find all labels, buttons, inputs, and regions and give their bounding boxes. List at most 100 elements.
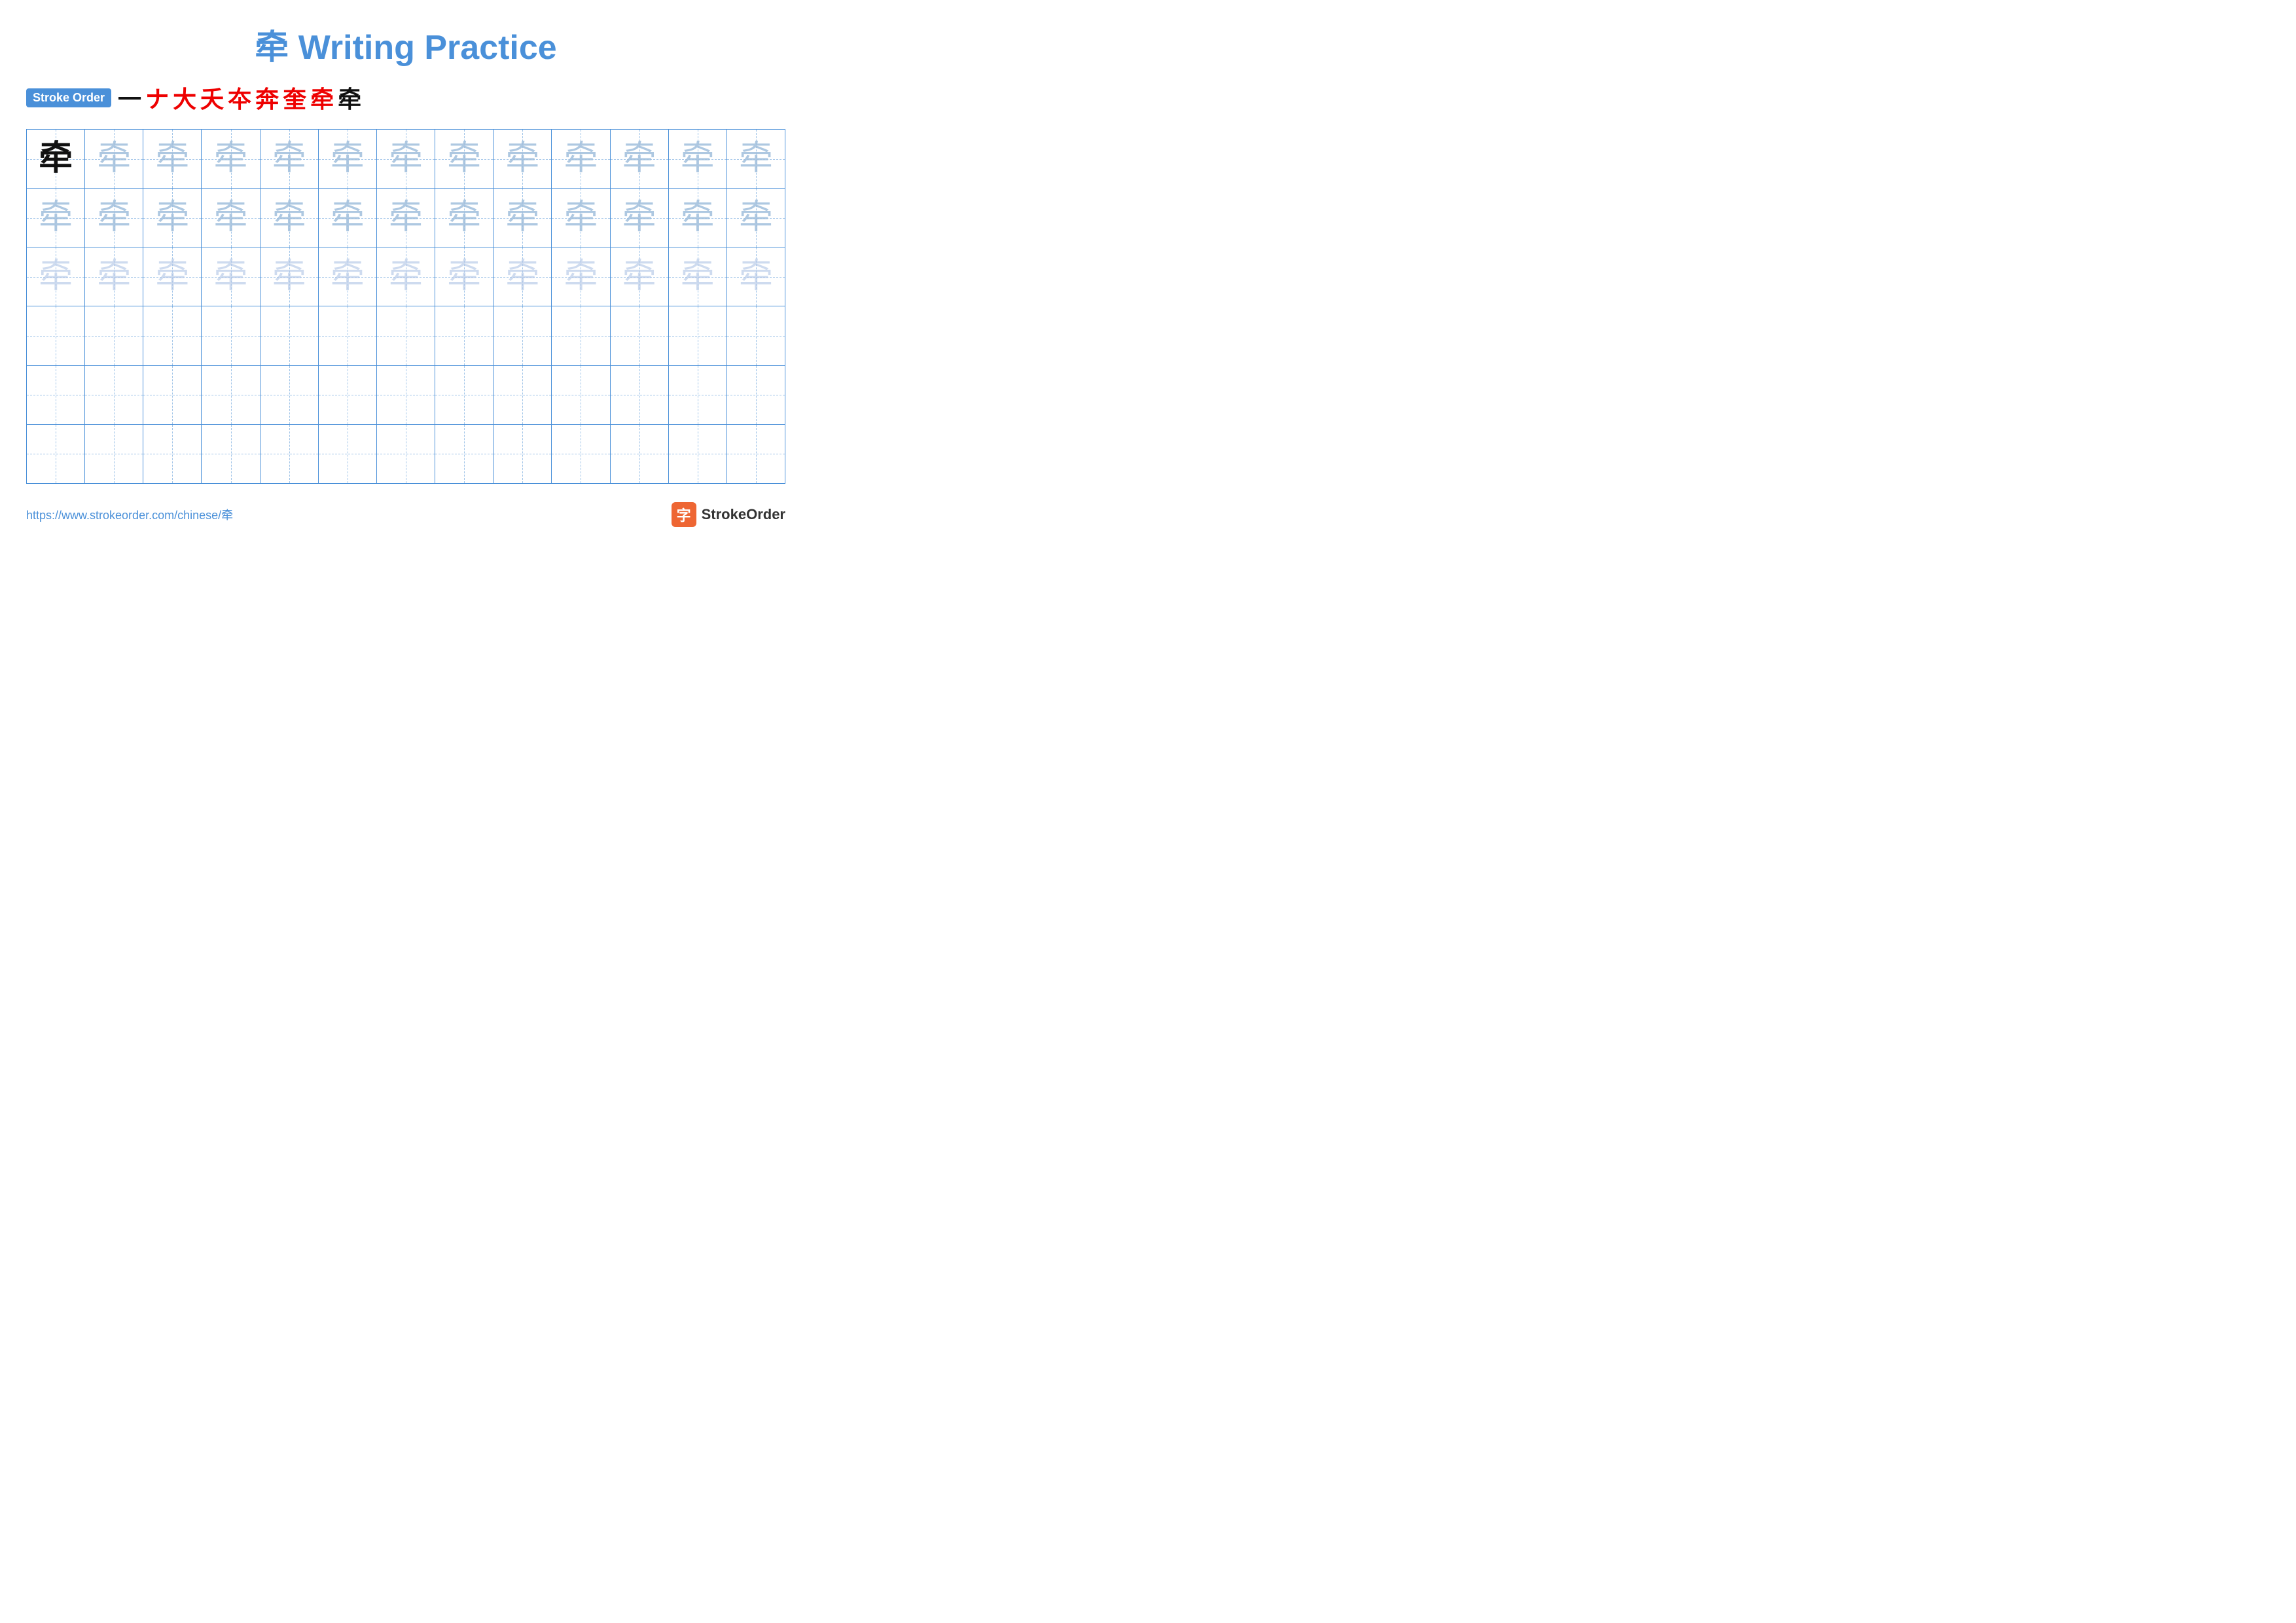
grid-cell-0-0[interactable]: 牵 — [27, 130, 85, 188]
grid-cell-5-7[interactable] — [435, 425, 493, 483]
grid-cell-1-2[interactable]: 牵 — [143, 189, 202, 247]
grid-cell-2-11[interactable]: 牵 — [669, 247, 727, 306]
grid-cell-0-8[interactable]: 牵 — [493, 130, 552, 188]
grid-cell-0-3[interactable]: 牵 — [202, 130, 260, 188]
grid-cell-3-4[interactable] — [260, 306, 319, 365]
logo-icon: 字 — [672, 502, 696, 527]
grid-cell-2-8[interactable]: 牵 — [493, 247, 552, 306]
grid-cell-1-1[interactable]: 牵 — [85, 189, 143, 247]
grid-cell-0-7[interactable]: 牵 — [435, 130, 493, 188]
grid-cell-3-3[interactable] — [202, 306, 260, 365]
grid-cell-3-2[interactable] — [143, 306, 202, 365]
cell-char-1-11: 牵 — [681, 201, 715, 235]
grid-cell-4-1[interactable] — [85, 366, 143, 424]
cell-char-2-1: 牵 — [97, 260, 131, 294]
grid-cell-1-0[interactable]: 牵 — [27, 189, 85, 247]
grid-cell-2-4[interactable]: 牵 — [260, 247, 319, 306]
grid-cell-1-5[interactable]: 牵 — [319, 189, 377, 247]
grid-cell-3-1[interactable] — [85, 306, 143, 365]
grid-cell-4-4[interactable] — [260, 366, 319, 424]
grid-cell-5-11[interactable] — [669, 425, 727, 483]
cell-char-2-4: 牵 — [272, 260, 306, 294]
grid-cell-0-11[interactable]: 牵 — [669, 130, 727, 188]
grid-cell-1-6[interactable]: 牵 — [377, 189, 435, 247]
cell-char-2-2: 牵 — [155, 260, 189, 294]
grid-cell-2-0[interactable]: 牵 — [27, 247, 85, 306]
grid-cell-1-3[interactable]: 牵 — [202, 189, 260, 247]
grid-cell-2-12[interactable]: 牵 — [727, 247, 785, 306]
grid-row-5 — [27, 425, 785, 483]
grid-cell-2-6[interactable]: 牵 — [377, 247, 435, 306]
grid-cell-1-9[interactable]: 牵 — [552, 189, 610, 247]
grid-cell-3-6[interactable] — [377, 306, 435, 365]
grid-cell-0-5[interactable]: 牵 — [319, 130, 377, 188]
grid-cell-3-5[interactable] — [319, 306, 377, 365]
grid-cell-5-5[interactable] — [319, 425, 377, 483]
grid-cell-4-10[interactable] — [611, 366, 669, 424]
grid-cell-0-6[interactable]: 牵 — [377, 130, 435, 188]
grid-cell-3-12[interactable] — [727, 306, 785, 365]
cell-char-1-4: 牵 — [272, 201, 306, 235]
page-title: 牵 Writing Practice — [26, 20, 785, 69]
grid-cell-2-5[interactable]: 牵 — [319, 247, 377, 306]
grid-cell-5-2[interactable] — [143, 425, 202, 483]
grid-cell-1-8[interactable]: 牵 — [493, 189, 552, 247]
grid-cell-2-3[interactable]: 牵 — [202, 247, 260, 306]
grid-cell-5-8[interactable] — [493, 425, 552, 483]
grid-cell-1-11[interactable]: 牵 — [669, 189, 727, 247]
grid-cell-3-9[interactable] — [552, 306, 610, 365]
grid-cell-4-5[interactable] — [319, 366, 377, 424]
grid-cell-4-2[interactable] — [143, 366, 202, 424]
logo-text: StrokeOrder — [702, 506, 785, 523]
grid-cell-1-10[interactable]: 牵 — [611, 189, 669, 247]
grid-cell-3-10[interactable] — [611, 306, 669, 365]
grid-cell-3-8[interactable] — [493, 306, 552, 365]
cell-char-2-12: 牵 — [739, 260, 773, 294]
grid-cell-5-9[interactable] — [552, 425, 610, 483]
grid-cell-4-6[interactable] — [377, 366, 435, 424]
grid-cell-3-7[interactable] — [435, 306, 493, 365]
grid-cell-4-3[interactable] — [202, 366, 260, 424]
grid-cell-4-12[interactable] — [727, 366, 785, 424]
cell-char-1-3: 牵 — [214, 201, 248, 235]
footer: https://www.strokeorder.com/chinese/牵 字 … — [26, 502, 785, 527]
cell-char-2-0: 牵 — [39, 260, 73, 294]
grid-cell-0-4[interactable]: 牵 — [260, 130, 319, 188]
grid-cell-3-0[interactable] — [27, 306, 85, 365]
grid-cell-0-10[interactable]: 牵 — [611, 130, 669, 188]
grid-cell-1-4[interactable]: 牵 — [260, 189, 319, 247]
cell-char-1-7: 牵 — [447, 201, 481, 235]
grid-cell-5-1[interactable] — [85, 425, 143, 483]
grid-cell-0-9[interactable]: 牵 — [552, 130, 610, 188]
grid-cell-2-7[interactable]: 牵 — [435, 247, 493, 306]
cell-char-1-0: 牵 — [39, 201, 73, 235]
grid-cell-4-8[interactable] — [493, 366, 552, 424]
cell-char-1-12: 牵 — [739, 201, 773, 235]
cell-char-2-3: 牵 — [214, 260, 248, 294]
cell-char-2-11: 牵 — [681, 260, 715, 294]
grid-cell-2-1[interactable]: 牵 — [85, 247, 143, 306]
grid-cell-4-11[interactable] — [669, 366, 727, 424]
grid-cell-5-3[interactable] — [202, 425, 260, 483]
grid-cell-2-10[interactable]: 牵 — [611, 247, 669, 306]
grid-cell-5-0[interactable] — [27, 425, 85, 483]
grid-cell-2-9[interactable]: 牵 — [552, 247, 610, 306]
grid-cell-0-12[interactable]: 牵 — [727, 130, 785, 188]
grid-cell-0-2[interactable]: 牵 — [143, 130, 202, 188]
grid-cell-5-6[interactable] — [377, 425, 435, 483]
cell-char-1-1: 牵 — [97, 201, 131, 235]
practice-grid: 牵牵牵牵牵牵牵牵牵牵牵牵牵牵牵牵牵牵牵牵牵牵牵牵牵牵牵牵牵牵牵牵牵牵牵牵牵牵牵 — [26, 129, 785, 484]
grid-cell-1-7[interactable]: 牵 — [435, 189, 493, 247]
cell-char-2-7: 牵 — [447, 260, 481, 294]
grid-cell-5-10[interactable] — [611, 425, 669, 483]
grid-cell-4-7[interactable] — [435, 366, 493, 424]
grid-cell-1-12[interactable]: 牵 — [727, 189, 785, 247]
grid-cell-2-2[interactable]: 牵 — [143, 247, 202, 306]
grid-cell-5-12[interactable] — [727, 425, 785, 483]
grid-cell-3-11[interactable] — [669, 306, 727, 365]
grid-cell-4-9[interactable] — [552, 366, 610, 424]
grid-row-0: 牵牵牵牵牵牵牵牵牵牵牵牵牵 — [27, 130, 785, 189]
grid-cell-0-1[interactable]: 牵 — [85, 130, 143, 188]
grid-cell-4-0[interactable] — [27, 366, 85, 424]
grid-cell-5-4[interactable] — [260, 425, 319, 483]
